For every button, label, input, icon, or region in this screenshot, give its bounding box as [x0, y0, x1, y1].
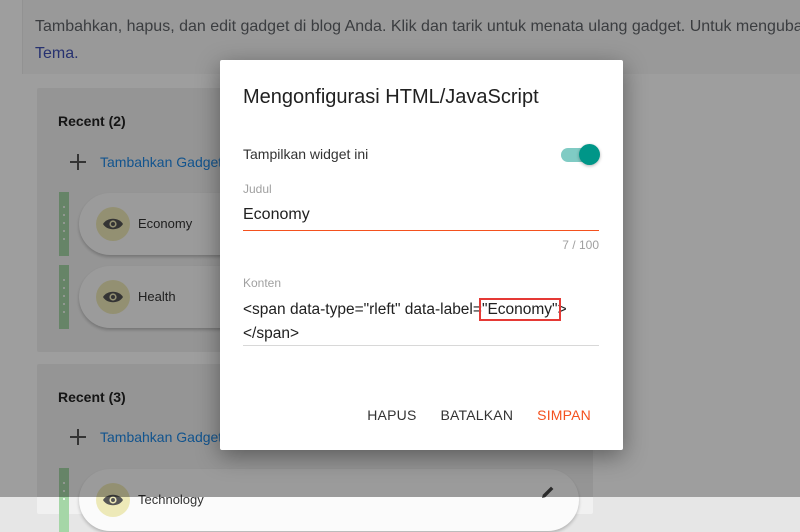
configure-html-dialog: Mengonfigurasi HTML/JavaScript Tampilkan…: [220, 60, 623, 450]
content-field-label: Konten: [243, 276, 282, 290]
char-counter: 7 / 100: [562, 238, 599, 252]
toggle-knob: [579, 144, 600, 165]
show-widget-toggle[interactable]: [561, 143, 601, 165]
title-field-label: Judul: [243, 182, 272, 196]
highlighted-label: "Economy": [478, 298, 561, 321]
content-textarea[interactable]: <span data-type="rleft" data-label="Econ…: [243, 298, 599, 346]
content-code-text: <span data-type="rleft" data-label=: [243, 301, 482, 318]
content-code-text: </span>: [243, 325, 300, 342]
title-input-underline: [243, 230, 599, 231]
content-underline: [243, 345, 599, 346]
dialog-title: Mengonfigurasi HTML/JavaScript: [243, 86, 539, 108]
title-input[interactable]: Economy: [243, 206, 310, 224]
content-code-text: >: [557, 301, 567, 318]
save-button[interactable]: SIMPAN: [537, 407, 591, 423]
delete-button[interactable]: HAPUS: [367, 407, 416, 423]
show-widget-label: Tampilkan widget ini: [243, 146, 369, 162]
dialog-actions: HAPUS BATALKAN SIMPAN: [367, 407, 591, 423]
cancel-button[interactable]: BATALKAN: [440, 407, 513, 423]
